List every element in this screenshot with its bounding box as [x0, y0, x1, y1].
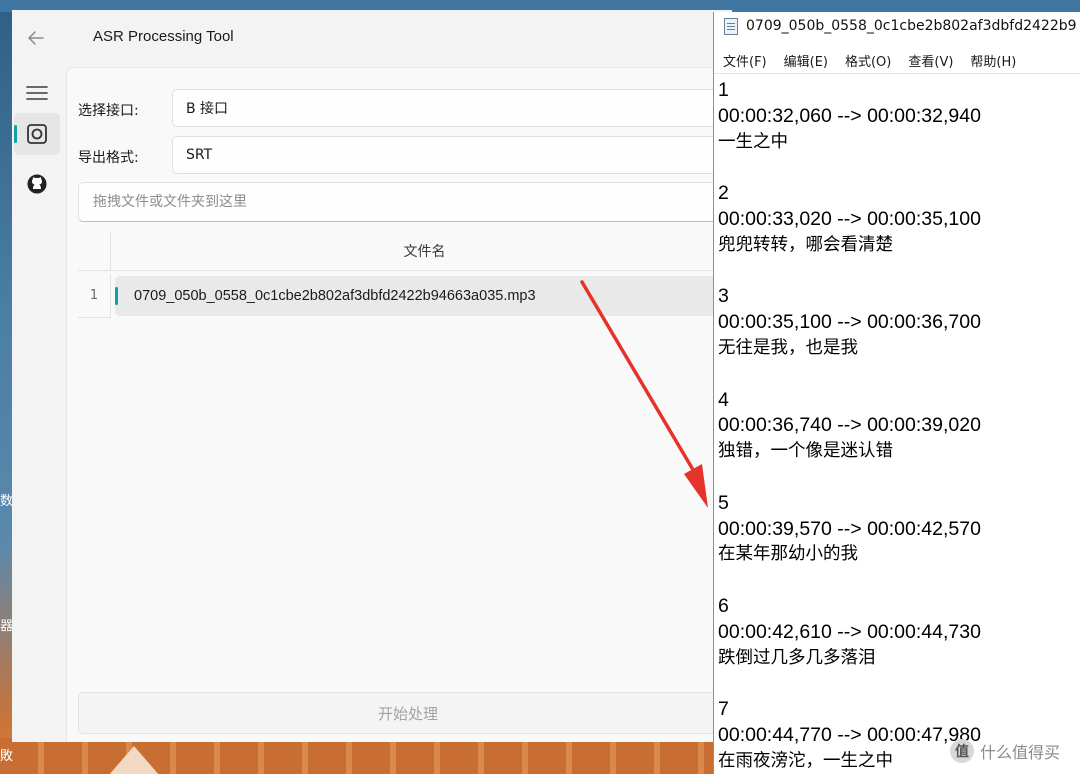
subtitle-cue: 2 00:00:33,020 --> 00:00:35,100 兜兜转转，哪会看…	[718, 181, 1078, 284]
cue-number: 2	[718, 182, 729, 205]
notepad-menubar: 文件(F) 编辑(E) 格式(O) 查看(V) 帮助(H)	[714, 48, 1080, 74]
notepad-title: 0709_050b_0558_0c1cbe2b802af3dbfd2422b94	[746, 18, 1076, 34]
back-button[interactable]	[22, 24, 50, 52]
file-drop-input[interactable]	[78, 182, 738, 222]
cue-number: 3	[718, 285, 729, 308]
asr-app-window: ASR Processing Tool 选择接口: B 接口 导出格式: SRT…	[12, 10, 742, 742]
table-row[interactable]: 0709_050b_0558_0c1cbe2b802af3dbfd2422b94…	[115, 276, 738, 316]
cue-number: 4	[718, 388, 729, 411]
interface-label: 选择接口:	[78, 103, 139, 119]
start-processing-button[interactable]: 开始处理	[78, 692, 738, 734]
cue-text: 无往是我，也是我	[718, 337, 858, 358]
notepad-titlebar: 0709_050b_0558_0c1cbe2b802af3dbfd2422b94	[714, 12, 1080, 40]
cue-timestamp: 00:00:33,020 --> 00:00:35,100	[718, 207, 981, 230]
cue-timestamp: 00:00:35,100 --> 00:00:36,700	[718, 311, 981, 334]
cue-text: 在某年那幼小的我	[718, 544, 858, 565]
app-titlebar: ASR Processing Tool	[12, 10, 732, 66]
subtitle-cue: 4 00:00:36,740 --> 00:00:39,020 独错，一个像是迷…	[718, 388, 1078, 491]
cue-number: 7	[718, 698, 729, 721]
cue-text: 兜兜转转，哪会看清楚	[718, 234, 893, 255]
filename-cell: 0709_050b_0558_0c1cbe2b802af3dbfd2422b94…	[134, 288, 536, 304]
menu-edit[interactable]: 编辑(E)	[784, 51, 828, 70]
cue-timestamp: 00:00:36,740 --> 00:00:39,020	[718, 414, 981, 437]
cue-separator	[718, 259, 1078, 285]
notepad-text-area[interactable]: 1 00:00:32,060 --> 00:00:32,940 一生之中 2 0…	[718, 78, 1078, 774]
interface-select[interactable]: B 接口	[172, 89, 742, 127]
row-number: 1	[78, 274, 111, 318]
format-select[interactable]: SRT	[172, 136, 742, 174]
format-label: 导出格式:	[78, 150, 139, 166]
cue-timestamp: 00:00:42,610 --> 00:00:44,730	[718, 620, 981, 643]
transcribe-icon	[27, 124, 47, 144]
menu-icon	[26, 86, 48, 100]
subtitle-cue: 5 00:00:39,570 --> 00:00:42,570 在某年那幼小的我	[718, 491, 1078, 594]
cue-text: 一生之中	[718, 131, 788, 152]
cue-text: 跌倒过几多几多落泪	[718, 647, 876, 668]
desktop-edge-text: 敗	[0, 749, 14, 764]
column-header-filename[interactable]: 文件名	[111, 231, 738, 271]
cue-separator	[718, 568, 1078, 594]
github-icon	[27, 174, 47, 194]
cue-number: 1	[718, 79, 729, 101]
subtitle-cue: 6 00:00:42,610 --> 00:00:44,730 跌倒过几多几多落…	[718, 594, 1078, 697]
cue-separator	[718, 465, 1078, 491]
cue-timestamp: 00:00:39,570 --> 00:00:42,570	[718, 517, 981, 540]
row-selected-indicator	[115, 287, 118, 305]
menu-file[interactable]: 文件(F)	[723, 51, 767, 70]
notepad-window: 0709_050b_0558_0c1cbe2b802af3dbfd2422b94…	[713, 12, 1080, 774]
cue-separator	[718, 362, 1078, 388]
cue-number: 6	[718, 594, 729, 617]
arrow-left-icon	[28, 31, 44, 45]
cue-separator	[718, 155, 1078, 181]
nav-active-indicator	[14, 125, 17, 143]
cue-separator	[718, 671, 1078, 697]
cue-timestamp: 00:00:32,060 --> 00:00:32,940	[718, 104, 981, 127]
menu-button[interactable]	[14, 72, 60, 114]
cue-text: 独错，一个像是迷认错	[718, 441, 893, 462]
nav-rail	[12, 66, 64, 742]
nav-item-transcribe[interactable]	[14, 113, 60, 155]
watermark-logo: 值	[950, 739, 974, 763]
menu-format[interactable]: 格式(O)	[845, 51, 891, 70]
watermark-text: 什么值得买	[980, 743, 1061, 762]
text-file-icon	[724, 17, 738, 35]
menu-help[interactable]: 帮助(H)	[970, 51, 1016, 70]
file-table: 文件名 1 0709_050b_0558_0c1cbe2b802af3dbfd2…	[78, 231, 738, 321]
table-corner	[78, 231, 111, 271]
wallpaper-figure	[108, 746, 160, 774]
watermark: 值 什么值得买	[950, 739, 1060, 763]
menu-view[interactable]: 查看(V)	[908, 51, 953, 70]
subtitle-cue: 3 00:00:35,100 --> 00:00:36,700 无往是我，也是我	[718, 284, 1078, 387]
app-title: ASR Processing Tool	[93, 28, 234, 45]
main-content: 选择接口: B 接口 导出格式: SRT 文件名 1 0709_050b_055…	[66, 67, 742, 742]
subtitle-cue: 1 00:00:32,060 --> 00:00:32,940 一生之中	[718, 78, 1078, 181]
nav-item-github[interactable]	[14, 163, 60, 205]
cue-number: 5	[718, 491, 729, 514]
